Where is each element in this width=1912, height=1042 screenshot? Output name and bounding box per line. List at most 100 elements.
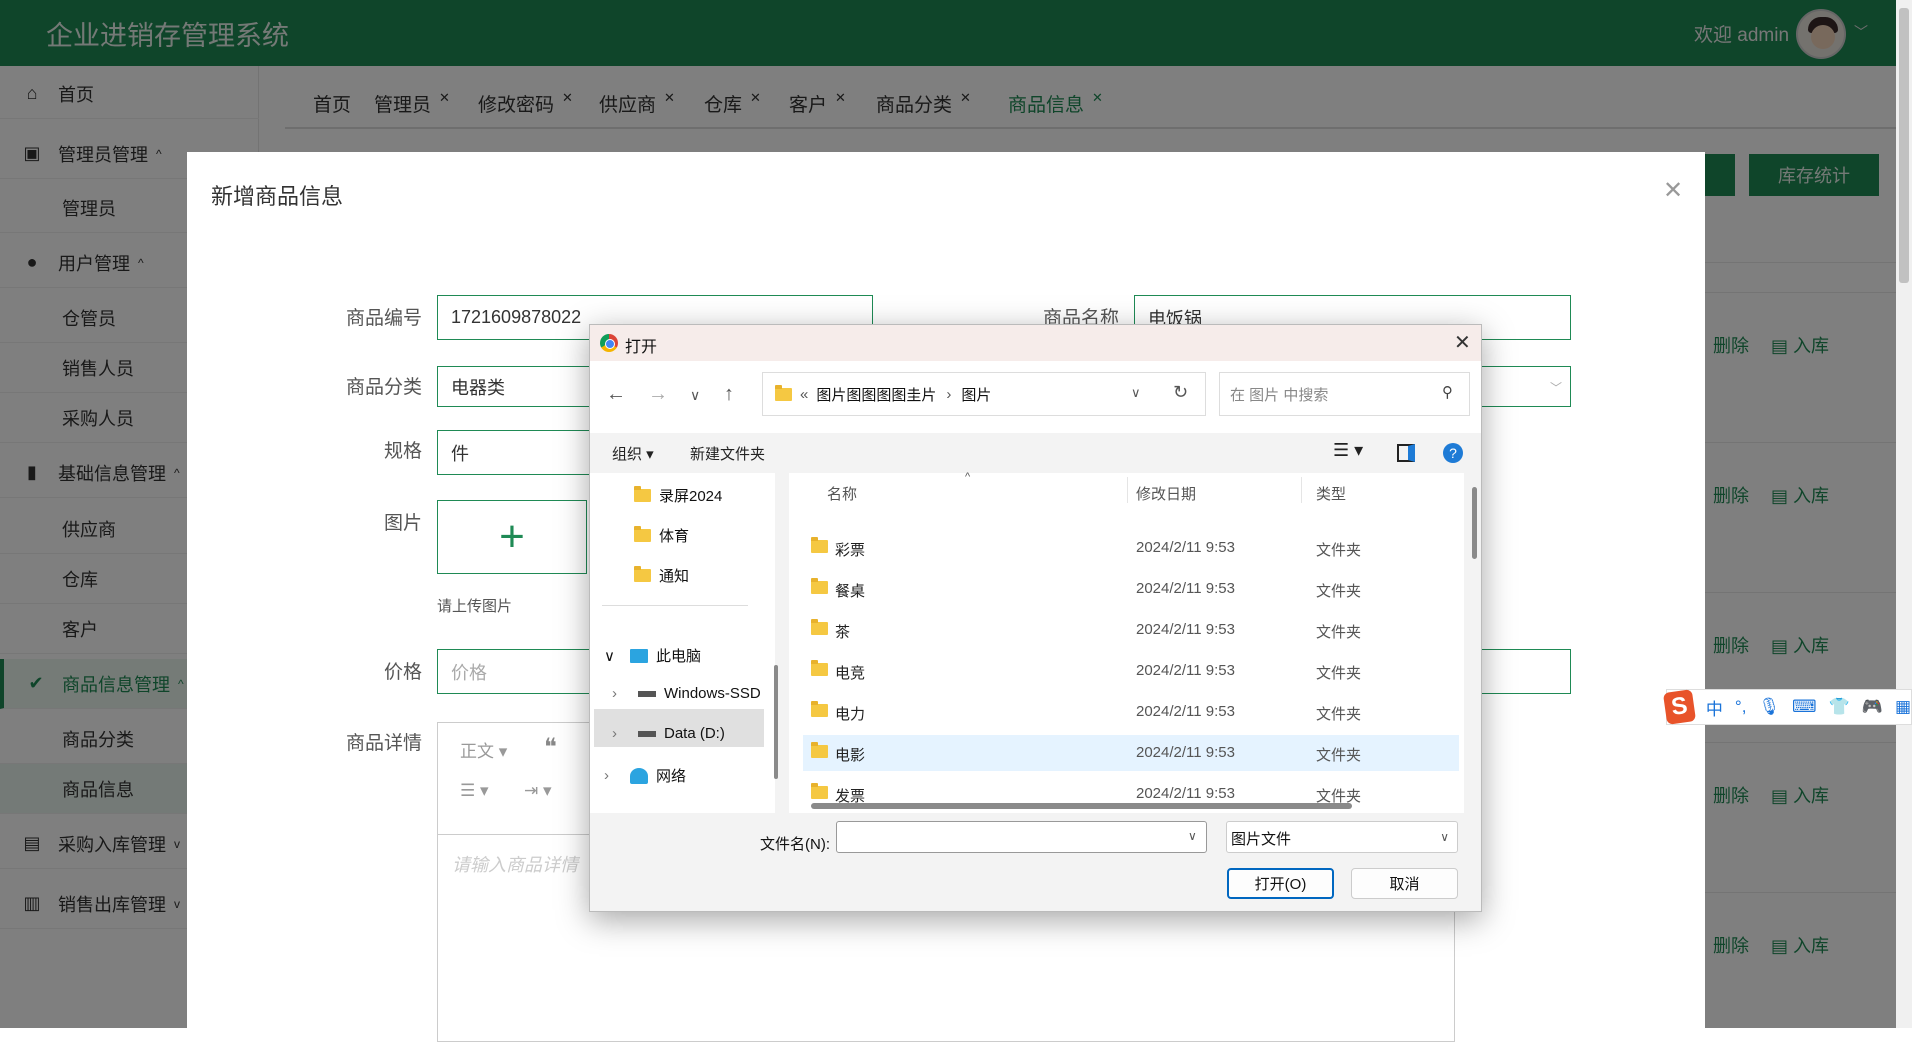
file-type: 文件夹 — [1316, 747, 1362, 764]
file-date: 2024/2/11 9:53 — [1136, 744, 1235, 761]
file-type: 文件夹 — [1316, 583, 1362, 600]
align-icon[interactable]: ☰ ▾ — [460, 781, 489, 801]
view-options-icon[interactable]: ☰ ▾ — [1333, 440, 1363, 461]
network-icon — [630, 767, 648, 784]
folder-icon — [634, 566, 651, 582]
breadcrumb-item[interactable]: 图片 — [961, 384, 991, 405]
refresh-icon[interactable]: ↻ — [1173, 382, 1188, 403]
folder-icon — [811, 701, 828, 717]
nav-label: Windows-SSD — [664, 685, 761, 702]
chevron-right-icon[interactable]: › — [612, 685, 630, 702]
nav-item-network[interactable]: › 网络 — [604, 765, 686, 786]
spec-label: 规格 — [383, 441, 422, 462]
drive-icon — [638, 690, 656, 697]
file-type: 文件夹 — [1316, 624, 1362, 641]
file-row[interactable]: 电影 2024/2/11 9:53 文件夹 — [803, 735, 1459, 771]
keyboard-icon[interactable]: ⌨ — [1792, 697, 1817, 717]
nav-label: 通知 — [659, 568, 690, 585]
ime-toolbar[interactable]: S 中 °, 🎙 ⌨ 👕 🎮 ▦ — [1662, 689, 1912, 725]
navigation-pane: 录屏2024 体育 通知 ∨ 此电脑 › Windows-SSD › Data (D:… — [590, 473, 775, 813]
nav-label: 录屏2024 — [659, 488, 723, 505]
new-folder-button[interactable]: 新建文件夹 — [690, 443, 765, 464]
filename-input[interactable] — [836, 821, 1207, 853]
price-label: 价格 — [383, 662, 422, 683]
folder-icon — [634, 486, 651, 502]
ime-punctuation[interactable]: °, — [1735, 697, 1747, 717]
heading-dropdown[interactable]: 正文 ▾ — [460, 737, 507, 762]
column-divider — [1301, 477, 1302, 503]
dialog-titlebar: 打开 ✕ — [590, 325, 1481, 361]
file-name: 电力 — [835, 706, 866, 723]
open-button[interactable]: 打开(O) — [1227, 868, 1334, 899]
forward-icon[interactable]: → — [648, 383, 668, 406]
back-icon[interactable]: ← — [606, 383, 626, 406]
nav-item-this-pc[interactable]: ∨ 此电脑 — [604, 645, 701, 666]
help-icon[interactable]: ? — [1443, 443, 1463, 463]
category-label: 商品分类 — [345, 377, 422, 398]
recent-dropdown-icon[interactable]: ∨ — [690, 387, 700, 404]
indent-icon[interactable]: ⇥ ▾ — [524, 781, 552, 801]
folder-icon — [811, 660, 828, 676]
cancel-button[interactable]: 取消 — [1351, 868, 1458, 899]
detail-label: 商品详情 — [345, 733, 422, 754]
code-label: 商品编号 — [345, 308, 422, 329]
file-name: 电竞 — [835, 665, 866, 682]
file-row[interactable]: 彩票 2024/2/11 9:53 文件夹 — [803, 530, 1459, 566]
breadcrumb-item[interactable]: 图片图图图图圭片 — [816, 384, 936, 405]
microphone-icon[interactable]: 🎙 — [1758, 697, 1780, 717]
nav-item[interactable]: 通知 — [634, 565, 689, 586]
nav-divider — [602, 605, 748, 606]
file-type: 文件夹 — [1316, 706, 1362, 723]
chevron-down-icon[interactable]: ∨ — [1131, 385, 1141, 401]
column-header-name[interactable]: 名称 — [827, 483, 857, 504]
chevron-down-icon[interactable]: ∨ — [604, 647, 622, 665]
chevron-down-icon: ﹀ — [1549, 381, 1562, 395]
image-upload-hint: 请上传图片 — [437, 598, 513, 615]
nav-label: 网络 — [656, 768, 687, 785]
file-name: 电影 — [835, 747, 866, 764]
horizontal-scrollbar[interactable] — [811, 803, 1352, 809]
nav-scrollbar[interactable] — [774, 665, 778, 779]
organize-menu[interactable]: 组织 ▾ — [612, 443, 654, 464]
nav-item[interactable]: 录屏2024 — [634, 485, 722, 506]
image-upload-button[interactable]: + — [437, 500, 587, 574]
file-row[interactable]: 茶 2024/2/11 9:53 文件夹 — [803, 612, 1459, 648]
nav-item-data-drive[interactable]: › Data (D:) — [612, 725, 725, 742]
close-icon[interactable]: ✕ — [1454, 330, 1471, 355]
folder-icon — [811, 537, 828, 553]
dialog-footer: 文件名(N): ∨ 图片文件 ∨ 打开(O) 取消 — [590, 813, 1481, 911]
nav-item-windows-ssd[interactable]: › Windows-SSD — [612, 685, 772, 702]
preview-pane-icon[interactable] — [1397, 444, 1415, 462]
file-type: 文件夹 — [1316, 542, 1362, 559]
file-row[interactable]: 电力 2024/2/11 9:53 文件夹 — [803, 694, 1459, 730]
chrome-icon — [600, 334, 618, 352]
column-divider — [1127, 477, 1128, 503]
column-header-date[interactable]: 修改日期 — [1136, 483, 1196, 504]
file-row[interactable]: 餐桌 2024/2/11 9:53 文件夹 — [803, 571, 1459, 607]
chevron-right-icon[interactable]: › — [612, 725, 630, 742]
sort-ascending-icon: ^ — [965, 471, 971, 483]
folder-icon — [634, 526, 651, 542]
ime-mode[interactable]: 中 — [1706, 695, 1723, 720]
chevron-right-icon[interactable]: › — [604, 767, 622, 784]
page-scrollbar[interactable] — [1896, 0, 1912, 1028]
close-icon[interactable]: ✕ — [1663, 176, 1683, 205]
filetype-select[interactable]: 图片文件 ∨ — [1226, 821, 1458, 853]
quote-icon[interactable]: ❝ — [544, 733, 557, 762]
skin-icon[interactable]: 👕 — [1829, 697, 1850, 717]
search-input[interactable]: 在 图片 中搜索 ⚲ — [1219, 372, 1470, 416]
nav-item[interactable]: 体育 — [634, 525, 689, 546]
file-date: 2024/2/11 9:53 — [1136, 703, 1235, 720]
file-row[interactable]: 电竞 2024/2/11 9:53 文件夹 — [803, 653, 1459, 689]
up-icon[interactable]: ↑ — [724, 383, 734, 406]
filename-label: 文件名(N): — [760, 836, 830, 853]
apps-icon[interactable]: ▦ — [1895, 697, 1911, 717]
vertical-scrollbar[interactable] — [1472, 487, 1477, 559]
chevron-down-icon[interactable]: ∨ — [1188, 829, 1197, 843]
column-header-type[interactable]: 类型 — [1316, 483, 1346, 504]
drive-icon — [638, 730, 656, 737]
game-icon[interactable]: 🎮 — [1862, 697, 1883, 717]
nav-label: Data (D:) — [664, 725, 725, 742]
dialog-toolbar: 组织 ▾ 新建文件夹 ☰ ▾ ? — [590, 433, 1481, 473]
address-bar[interactable]: « 图片图图图图圭片 › 图片 ∨ ↻ — [762, 372, 1206, 416]
